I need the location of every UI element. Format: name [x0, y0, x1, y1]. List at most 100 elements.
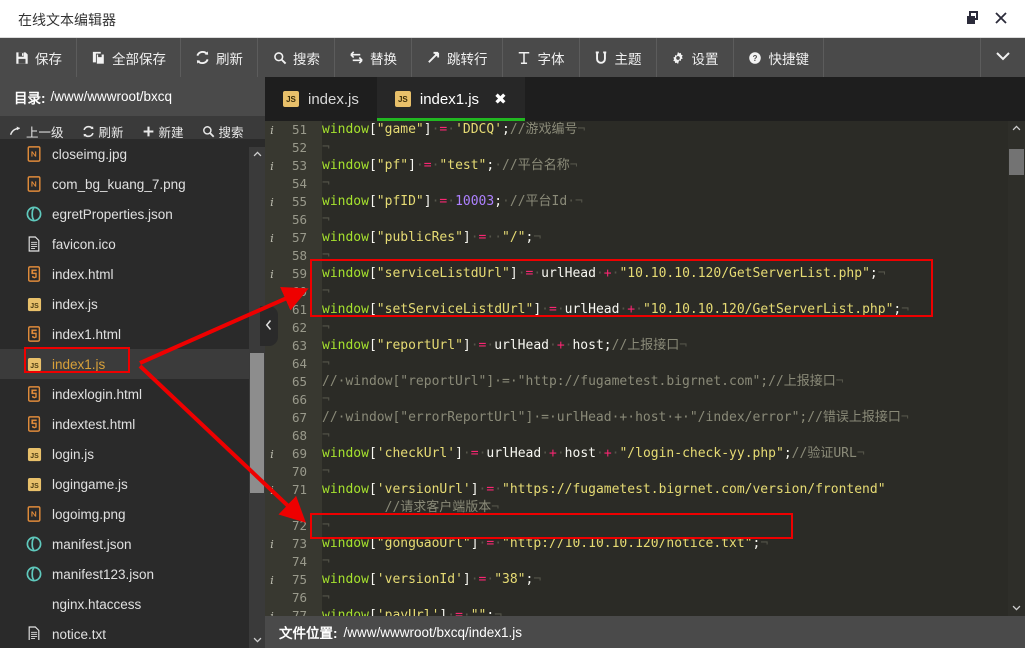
scrollbar-thumb[interactable]	[250, 353, 264, 493]
toolbar-button-refresh[interactable]: 刷新	[181, 38, 258, 77]
file-list-item[interactable]: index1.html	[0, 319, 265, 349]
nav-button-refresh[interactable]: 刷新	[73, 122, 133, 141]
file-list-item[interactable]: indexlogin.html	[0, 379, 265, 409]
file-list-item[interactable]: com_bg_kuang_7.png	[0, 169, 265, 199]
editor-scrollbar-thumb[interactable]	[1009, 149, 1024, 175]
line-number: 56	[265, 211, 307, 229]
code-line[interactable]: //请求客户端版本¬	[322, 499, 1008, 517]
gear-icon	[671, 50, 686, 65]
file-list-item[interactable]: notice.txt	[0, 619, 265, 640]
toolbar-button-goto-line[interactable]: 跳转行	[412, 38, 503, 77]
file-list-item[interactable]: JSindex.js	[0, 289, 265, 319]
editor-tab-bar: JSindex.jsJSindex1.js✖	[265, 77, 1025, 121]
nav-button-new[interactable]: 新建	[133, 122, 193, 141]
file-list-item[interactable]: JSlogin.js	[0, 439, 265, 469]
collapse-sidebar-button[interactable]	[260, 306, 278, 346]
code-line[interactable]: 56¬	[322, 211, 1008, 229]
toolbar-label: 跳转行	[447, 48, 488, 68]
restore-window-button[interactable]	[963, 8, 987, 30]
line-number: 74	[265, 553, 307, 571]
toolbar-button-save[interactable]: 保存	[0, 38, 77, 77]
js-file-icon: JS	[395, 91, 411, 107]
file-list-item[interactable]: logoimg.png	[0, 499, 265, 529]
code-line[interactable]: 64¬	[322, 355, 1008, 373]
nav-button-parent-dir[interactable]: 上一级	[0, 122, 73, 141]
code-line[interactable]: i53window["pf"]·=·"test";·//平台名称¬	[322, 157, 1008, 175]
code-line[interactable]: 54¬	[322, 175, 1008, 193]
code-line[interactable]: 61window["setServiceListdUrl"]·=·urlHead…	[322, 301, 1008, 319]
toolbar-label: 全部保存	[112, 48, 166, 68]
toolbar-spacer	[824, 38, 981, 77]
file-list-item[interactable]: JSlogingame.js	[0, 469, 265, 499]
editor-tab-index-js[interactable]: JSindex.js	[265, 77, 377, 121]
file-list-item[interactable]: manifest.json	[0, 529, 265, 559]
toolbar-overflow-button[interactable]	[981, 38, 1025, 77]
editor-code-area[interactable]: i51window["game"]·=·'DDCQ';//游戏编号¬52¬i53…	[322, 121, 1008, 616]
file-list-item[interactable]: indextest.html	[0, 409, 265, 439]
code-line[interactable]: 72¬	[322, 517, 1008, 535]
code-line[interactable]: i73window["gongGaoUrl"]·=·"http://10.10.…	[322, 535, 1008, 553]
toolbar-button-settings[interactable]: 设置	[657, 38, 734, 77]
file-list-item[interactable]: favicon.ico	[0, 229, 265, 259]
editor-tab-index1-js[interactable]: JSindex1.js✖	[377, 77, 525, 121]
code-line[interactable]: i69window['checkUrl']·=·urlHead·+·host·+…	[322, 445, 1008, 463]
nav-label: 新建	[159, 122, 184, 141]
toolbar-button-theme[interactable]: 主题	[580, 38, 657, 77]
title-bar: 在线文本编辑器	[0, 0, 1025, 38]
file-list-scrollbar[interactable]	[249, 147, 265, 648]
toolbar-label: 刷新	[216, 48, 243, 68]
code-line[interactable]: 60¬	[322, 283, 1008, 301]
editor-scroll-down-button[interactable]	[1008, 600, 1025, 616]
editor-scrollbar[interactable]	[1008, 121, 1025, 616]
code-line[interactable]: i57window["publicRes"]·=··"/";¬	[322, 229, 1008, 247]
svg-text:?: ?	[753, 53, 758, 62]
code-line[interactable]: 63window["reportUrl"]·=·urlHead·+·host;/…	[322, 337, 1008, 355]
editor-scroll-up-button[interactable]	[1008, 121, 1025, 137]
code-line[interactable]: i55window["pfID"]·=·10003;·//平台Id·¬	[322, 193, 1008, 211]
toolbar-button-save-all[interactable]: 全部保存	[77, 38, 181, 77]
file-list-item-selected[interactable]: JSindex1.js	[0, 349, 265, 379]
code-line[interactable]: 66¬	[322, 391, 1008, 409]
code-line[interactable]: 62¬	[322, 319, 1008, 337]
js-file-icon: JS	[26, 475, 42, 493]
save-all-icon	[91, 50, 106, 65]
file-list-item[interactable]: egretProperties.json	[0, 199, 265, 229]
toolbar-button-shortcuts[interactable]: ? 快捷键	[734, 38, 825, 77]
nav-button-search[interactable]: 搜索	[193, 122, 253, 141]
scroll-up-button[interactable]	[249, 147, 265, 163]
line-number: 71	[265, 481, 307, 499]
close-window-button[interactable]	[991, 8, 1015, 30]
chevron-down-icon	[1011, 601, 1022, 616]
code-line[interactable]: 65//·window["reportUrl"]·=·"http://fugam…	[322, 373, 1008, 391]
code-line[interactable]: 58¬	[322, 247, 1008, 265]
code-line[interactable]: 67//·window["errorReportUrl"]·=·urlHead·…	[322, 409, 1008, 427]
code-line[interactable]: i59window["serviceListdUrl"]·=·urlHead·+…	[322, 265, 1008, 283]
file-list-item[interactable]: nginx.htaccess	[0, 589, 265, 619]
html-file-icon	[26, 415, 42, 433]
file-list[interactable]: closeimg.jpgcom_bg_kuang_7.pngegretPrope…	[0, 139, 265, 640]
code-editor[interactable]: i51window["game"]·=·'DDCQ';//游戏编号¬52¬i53…	[265, 121, 1025, 616]
toolbar-button-font[interactable]: 字体	[503, 38, 580, 77]
doc-file-icon	[26, 235, 42, 253]
refresh-icon	[195, 50, 210, 65]
code-line[interactable]: 70¬	[322, 463, 1008, 481]
file-list-item[interactable]: closeimg.jpg	[0, 139, 265, 169]
toolbar-button-replace[interactable]: 替换	[335, 38, 412, 77]
code-line[interactable]: i51window["game"]·=·'DDCQ';//游戏编号¬	[322, 121, 1008, 139]
line-number: 54	[265, 175, 307, 193]
file-name: indextest.html	[52, 417, 135, 432]
arrow-up-level-icon	[9, 125, 22, 138]
file-list-item[interactable]: manifest123.json	[0, 559, 265, 589]
code-line[interactable]: i77window['payUrl']·=·"";¬	[322, 607, 1008, 616]
code-line[interactable]: i71window['versionUrl']·=·"https://fugam…	[322, 481, 1008, 499]
file-list-item[interactable]: index.html	[0, 259, 265, 289]
toolbar-button-search[interactable]: 搜索	[258, 38, 335, 77]
code-line[interactable]: 68¬	[322, 427, 1008, 445]
code-line[interactable]: i75window['versionId']·=·"38";¬	[322, 571, 1008, 589]
scroll-down-button[interactable]	[249, 632, 265, 648]
code-line[interactable]: 52¬	[322, 139, 1008, 157]
tab-label: index.js	[308, 91, 359, 108]
code-line[interactable]: 76¬	[322, 589, 1008, 607]
code-line[interactable]: 74¬	[322, 553, 1008, 571]
close-icon[interactable]: ✖	[494, 90, 507, 108]
